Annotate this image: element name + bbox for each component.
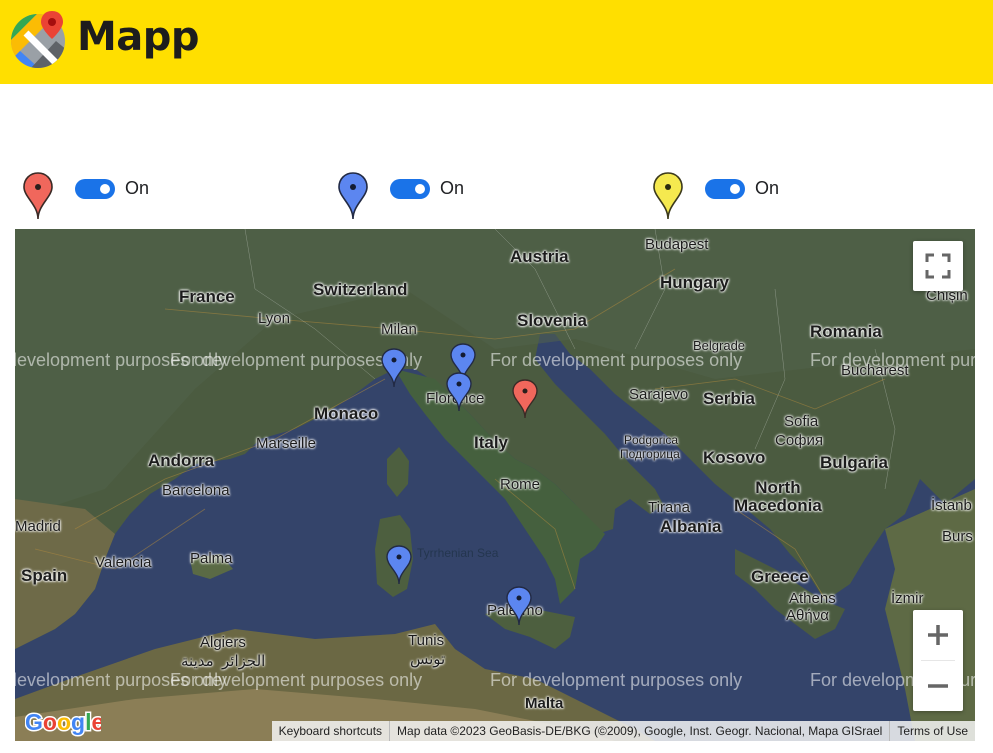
city-label: Budapest: [645, 236, 709, 253]
country-label: Kosovo: [703, 448, 766, 467]
city-label: Sarajevo: [629, 386, 689, 403]
city-label: Αθήνα: [786, 607, 829, 624]
city-label: Tirana: [648, 499, 690, 516]
red-toggle-label: On: [125, 178, 150, 198]
city-label: Podgorica: [624, 433, 679, 447]
map-attribution-bar: Keyboard shortcuts Map data ©2023 GeoBas…: [271, 721, 975, 741]
blue-toggle-label: On: [440, 178, 465, 198]
minus-icon: [928, 684, 948, 688]
toggle-knob: [730, 184, 740, 194]
city-label: الجزائر: [222, 653, 266, 670]
google-logo[interactable]: Google Google: [25, 709, 101, 737]
red-map-marker[interactable]: [512, 379, 538, 419]
zoom-controls: [913, 610, 963, 711]
country-label: Slovenia: [517, 311, 587, 330]
plus-icon: [928, 625, 948, 645]
country-label: Switzerland: [313, 280, 408, 299]
city-label: Sofia: [784, 413, 819, 430]
country-label: Serbia: [703, 389, 755, 408]
maps-logo-icon: [11, 11, 65, 68]
city-label: İzmir: [891, 590, 924, 607]
city-label: Подгорица: [620, 447, 680, 461]
city-label: مدينة: [181, 653, 214, 670]
sea-label: Tyrrhenian Sea: [417, 546, 499, 560]
country-label: North Macedonia: [734, 478, 822, 515]
city-label: Milan: [381, 321, 417, 338]
city-label: Barcelona: [162, 482, 230, 499]
country-label: Bulgaria: [820, 453, 889, 472]
country-label: Hungary: [660, 273, 729, 292]
city-label: İstanb: [931, 497, 972, 514]
city-label: Valencia: [95, 554, 152, 571]
blue-map-marker[interactable]: [506, 586, 532, 626]
dev-watermark: For development purposes only: [810, 350, 975, 370]
keyboard-shortcuts-link[interactable]: Keyboard shortcuts: [272, 721, 389, 741]
city-label: Algiers: [200, 634, 246, 651]
city-label: Burs: [942, 528, 973, 545]
country-label: Albania: [660, 517, 722, 536]
dev-watermark: For development purposes only: [490, 670, 743, 690]
map-terrain: [15, 229, 975, 741]
fullscreen-button[interactable]: [913, 241, 963, 291]
city-label: Madrid: [15, 518, 61, 535]
country-label: Andorra: [148, 451, 215, 470]
city-label: Palma: [190, 550, 233, 567]
country-label: Romania: [810, 322, 882, 341]
city-label: تونس: [410, 651, 446, 668]
zoom-out-button[interactable]: [913, 661, 963, 711]
blue-map-marker[interactable]: [446, 372, 472, 412]
map-data-attribution: Map data ©2023 GeoBasis-DE/BKG (©2009), …: [389, 721, 889, 741]
fullscreen-icon: [925, 253, 951, 279]
country-label: Italy: [474, 433, 509, 452]
city-label: София: [775, 432, 824, 449]
yellow-marker-toggle[interactable]: [705, 179, 745, 199]
toggle-knob: [415, 184, 425, 194]
blue-marker-icon: [338, 172, 368, 220]
blue-marker-toggle[interactable]: [390, 179, 430, 199]
red-marker-icon: [23, 172, 53, 220]
country-label: Spain: [21, 566, 68, 585]
marker-filter-bar: On On On: [0, 168, 993, 224]
map-canvas[interactable]: Austria Hungary France Switzerland Slove…: [15, 229, 975, 741]
country-label: Greece: [751, 567, 809, 586]
city-label: Marseille: [256, 435, 317, 452]
country-label: Austria: [510, 247, 569, 266]
yellow-marker-icon: [653, 172, 683, 220]
app-title: Mapp: [77, 14, 200, 60]
city-label: Rome: [500, 476, 541, 493]
blue-map-marker[interactable]: [381, 348, 407, 388]
city-label: Malta: [525, 695, 564, 712]
svg-text:Google: Google: [25, 709, 101, 735]
city-label: Tunis: [408, 632, 445, 649]
blue-map-marker[interactable]: [386, 545, 412, 585]
country-label: Monaco: [314, 404, 379, 423]
yellow-toggle-label: On: [755, 178, 780, 198]
toggle-knob: [100, 184, 110, 194]
city-label: Lyon: [258, 310, 290, 327]
red-marker-toggle[interactable]: [75, 179, 115, 199]
terms-of-use-link[interactable]: Terms of Use: [889, 721, 975, 741]
dev-watermark: For development purposes only: [170, 670, 423, 690]
country-label: France: [179, 287, 235, 306]
app-header: Mapp: [0, 0, 993, 84]
zoom-in-button[interactable]: [913, 610, 963, 660]
dev-watermark: For development purposes only: [490, 350, 743, 370]
city-label: Athens: [789, 590, 836, 607]
